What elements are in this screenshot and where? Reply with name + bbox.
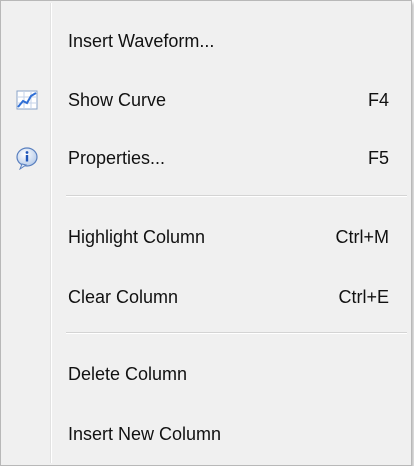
menu-item-insert-waveform[interactable]: Insert Waveform... <box>3 18 409 64</box>
menu-item-label: Show Curve <box>68 89 167 110</box>
menu-item-label: Delete Column <box>68 363 188 384</box>
menu-item-label: Clear Column <box>68 286 179 307</box>
menu-item-shortcut: F5 <box>367 147 389 168</box>
menu-item-show-curve[interactable]: Show Curve F4 <box>3 77 409 123</box>
menu-item-label: Highlight Column <box>68 226 206 247</box>
menu-item-shortcut: Ctrl+E <box>338 286 389 307</box>
menu-item-properties[interactable]: Properties... F5 <box>3 135 409 181</box>
menu-item-label: Insert New Column <box>68 423 222 444</box>
context-menu: Insert Waveform... Show Curve F4 Propert… <box>0 0 412 466</box>
menu-item-label: Properties... <box>68 147 166 168</box>
menu-item-shortcut: F4 <box>367 89 389 110</box>
menu-separator <box>66 332 407 334</box>
menu-item-shortcut: Ctrl+M <box>335 226 390 247</box>
menu-separator <box>66 195 407 197</box>
menu-item-label: Insert Waveform... <box>68 30 215 51</box>
background-strip <box>0 466 414 470</box>
menu-item-highlight-column[interactable]: Highlight Column Ctrl+M <box>3 214 409 260</box>
menu-item-delete-column[interactable]: Delete Column <box>3 351 409 397</box>
chart-curve-icon <box>12 85 42 115</box>
menu-item-insert-new-column[interactable]: Insert New Column <box>3 411 409 457</box>
info-icon <box>12 143 42 173</box>
menu-item-clear-column[interactable]: Clear Column Ctrl+E <box>3 274 409 320</box>
screen: Insert Waveform... Show Curve F4 Propert… <box>0 0 414 470</box>
